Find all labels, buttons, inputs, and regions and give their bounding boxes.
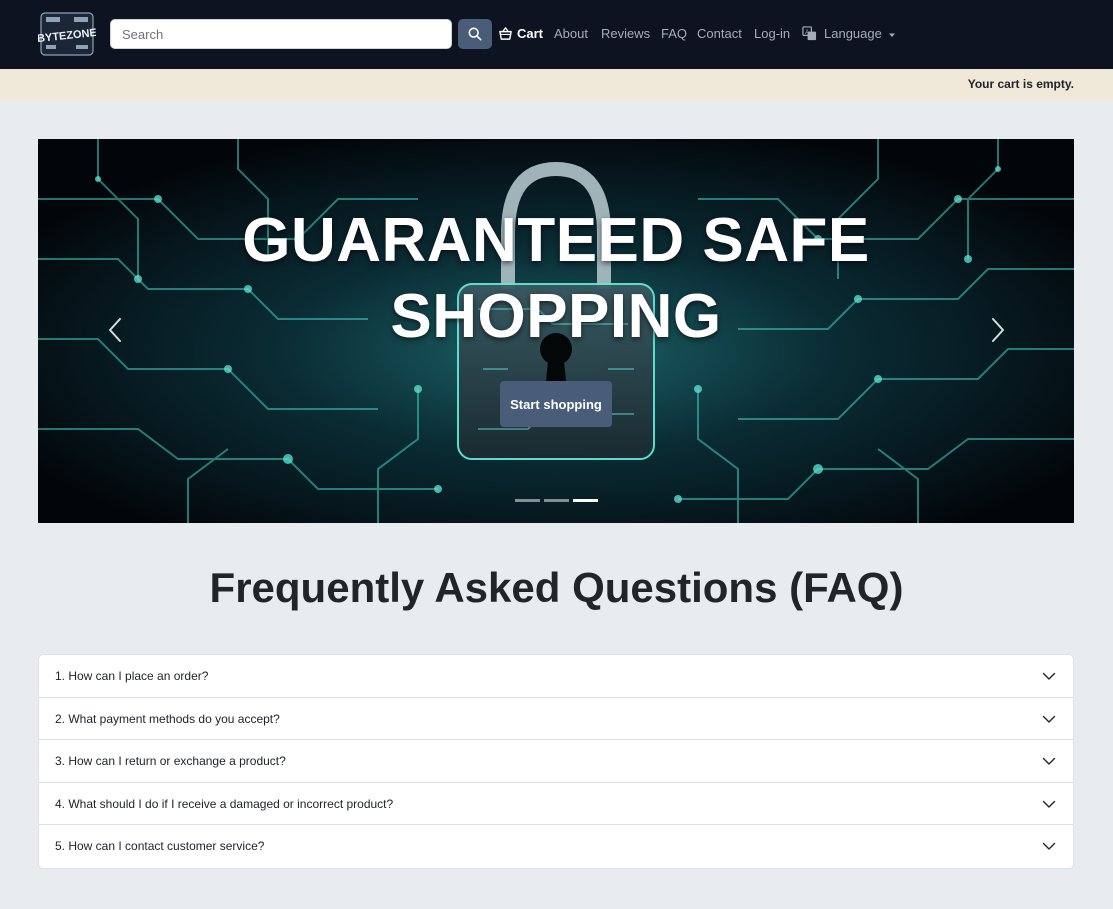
chevron-left-icon bbox=[109, 318, 121, 342]
faq-title: Frequently Asked Questions (FAQ) bbox=[209, 564, 904, 611]
faq-question: 4. What should I do if I receive a damag… bbox=[55, 796, 394, 811]
chevron-down-icon bbox=[1042, 672, 1056, 680]
search-icon bbox=[468, 27, 482, 41]
start-shopping-button[interactable]: Start shopping bbox=[500, 381, 612, 427]
carousel-indicator-2[interactable] bbox=[544, 499, 569, 502]
cart-status-text: Your cart is empty. bbox=[967, 77, 1074, 91]
carousel-prev-button[interactable] bbox=[101, 315, 131, 345]
hero-carousel: GUARANTEED SAFE SHOPPING Start shopping bbox=[38, 139, 1074, 523]
faq-item-5[interactable]: 5. How can I contact customer service? bbox=[39, 825, 1073, 868]
carousel-indicators bbox=[515, 499, 598, 502]
chevron-down-icon bbox=[1042, 843, 1056, 851]
top-navbar: BYTEZONE Cart About Reviews FAQ Contact … bbox=[0, 0, 1113, 69]
nav-cart[interactable]: Cart bbox=[517, 26, 543, 42]
faq-question: 1. How can I place an order? bbox=[55, 669, 209, 683]
chevron-down-icon bbox=[1042, 715, 1056, 723]
faq-item-2[interactable]: 2. What payment methods do you accept? bbox=[39, 698, 1073, 741]
faq-question: 2. What payment methods do you accept? bbox=[55, 711, 280, 726]
faq-question: 3. How can I return or exchange a produc… bbox=[55, 754, 286, 769]
carousel-indicator-3[interactable] bbox=[573, 499, 598, 502]
nav-language-dropdown[interactable]: Language bbox=[824, 26, 896, 42]
chevron-down-icon bbox=[1042, 800, 1056, 808]
nav-reviews[interactable]: Reviews bbox=[601, 26, 650, 42]
cart-notice-bar: Your cart is empty. bbox=[0, 69, 1113, 100]
bytezone-logo[interactable]: BYTEZONE bbox=[37, 9, 97, 59]
faq-question: 5. How can I contact customer service? bbox=[55, 839, 265, 854]
hero-title-line-2: SHOPPING bbox=[390, 282, 722, 351]
faq-item-4[interactable]: 4. What should I do if I receive a damag… bbox=[39, 783, 1073, 826]
search-input[interactable] bbox=[110, 19, 452, 49]
chevron-right-icon bbox=[992, 318, 1004, 342]
language-label: Language bbox=[824, 26, 882, 41]
search-button[interactable] bbox=[458, 19, 492, 49]
nav-login[interactable]: Log-in bbox=[754, 26, 790, 42]
faq-item-1[interactable]: 1. How can I place an order? bbox=[39, 655, 1073, 698]
carousel-indicator-1[interactable] bbox=[515, 499, 540, 502]
chevron-down-icon bbox=[1042, 757, 1056, 765]
nav-about[interactable]: About bbox=[554, 26, 588, 42]
nav-faq[interactable]: FAQ bbox=[661, 26, 687, 42]
faq-accordion: 1. How can I place an order? 2. What pay… bbox=[38, 654, 1074, 869]
caret-down-icon bbox=[889, 33, 896, 37]
faq-item-3[interactable]: 3. How can I return or exchange a produc… bbox=[39, 740, 1073, 783]
nav-contact[interactable]: Contact bbox=[697, 26, 742, 42]
hero-title-line-1: GUARANTEED SAFE bbox=[242, 206, 870, 275]
basket-icon bbox=[499, 27, 512, 40]
carousel-next-button[interactable] bbox=[982, 315, 1012, 345]
translate-icon: A bbox=[802, 26, 817, 41]
